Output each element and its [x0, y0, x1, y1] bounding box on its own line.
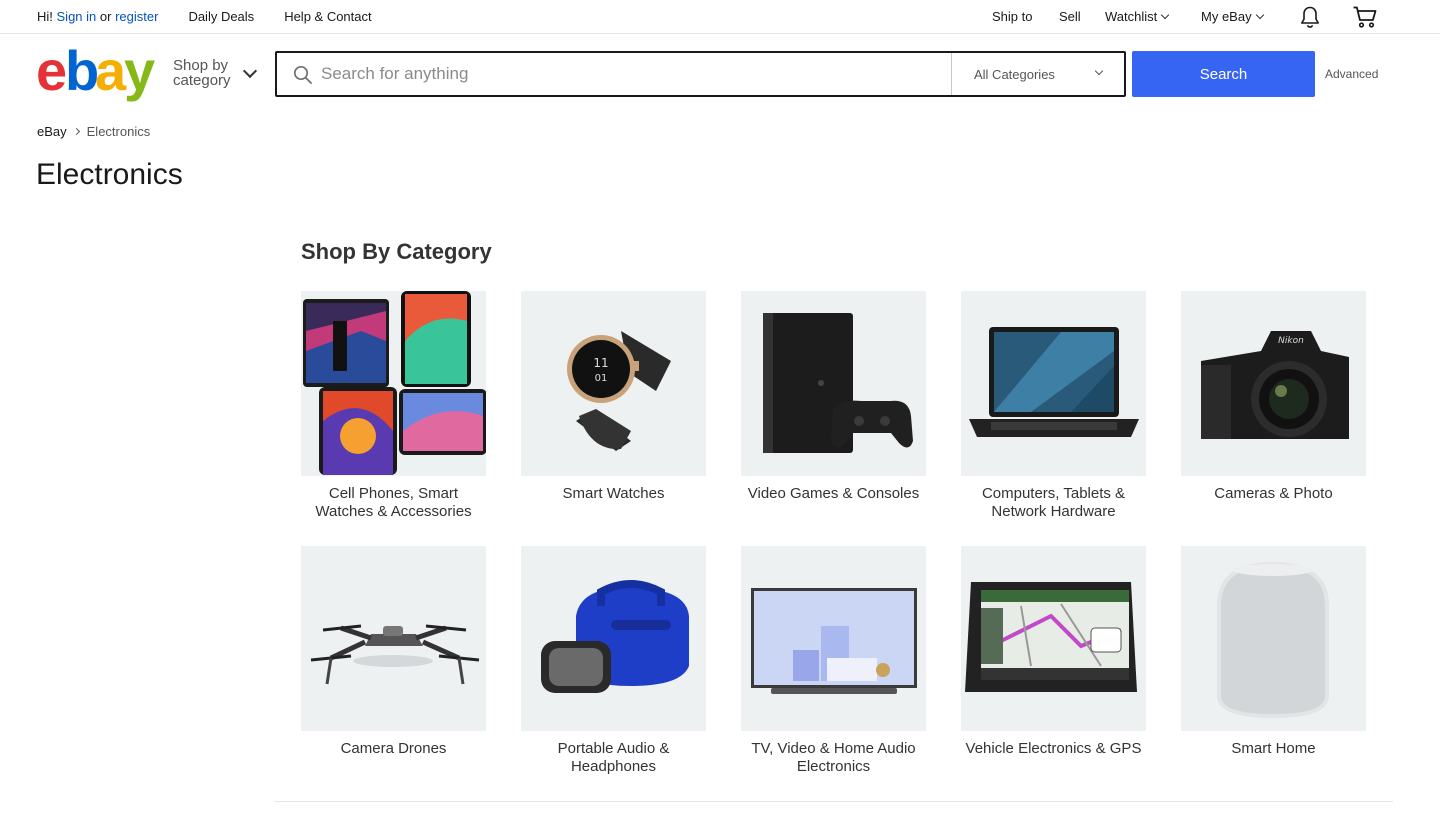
category-label: Computers, Tablets & Network Hardware [981, 485, 1126, 520]
category-label: Smart Home [1231, 740, 1316, 757]
category-label: Portable Audio & Headphones [557, 740, 670, 775]
chevron-down-icon [1094, 66, 1104, 76]
sign-in-link[interactable]: Sign in [57, 9, 97, 24]
sell-link[interactable]: Sell [1059, 9, 1081, 24]
svg-text:e: e [36, 44, 66, 102]
phones-image [301, 291, 486, 476]
smart-speaker-image [1181, 546, 1366, 731]
ship-to-button[interactable]: Ship to [992, 9, 1032, 24]
watchlist-label: Watchlist [1105, 9, 1158, 24]
category-tile-smart-watches[interactable]: 11 01 Smart Watches [521, 291, 706, 503]
category-select-value: All Categories [974, 67, 1055, 82]
category-tile-camera-drones[interactable]: Camera Drones [301, 546, 486, 758]
category-tile-smart-home[interactable]: Smart Home [1181, 546, 1366, 758]
register-link[interactable]: register [115, 9, 158, 24]
svg-text:01: 01 [595, 373, 608, 384]
speaker-image [521, 546, 706, 731]
category-tile-cell-phones[interactable]: Cell Phones, Smart Watches & Accessories [301, 291, 486, 521]
category-label: category [173, 72, 231, 89]
chevron-down-icon [1255, 10, 1264, 20]
advanced-search-link[interactable]: Advanced [1325, 67, 1378, 81]
category-tile-video-games[interactable]: Video Games & Consoles [741, 291, 926, 503]
category-tile-vehicle-electronics[interactable]: Vehicle Electronics & GPS [961, 546, 1146, 758]
chevron-down-icon [1161, 10, 1170, 20]
tv-image [741, 546, 926, 731]
svg-text:a: a [95, 44, 127, 102]
my-ebay-menu[interactable]: My eBay [1201, 9, 1264, 24]
laptop-image [961, 291, 1146, 476]
search-icon [293, 65, 313, 90]
shop-by-category-button[interactable]: Shop by category [173, 57, 258, 89]
watchlist-menu[interactable]: Watchlist [1105, 9, 1170, 24]
chevron-right-icon [72, 127, 80, 136]
or-text: or [99, 9, 112, 24]
greeting-text: Hi! [37, 9, 53, 24]
svg-text:Nikon: Nikon [1278, 336, 1304, 346]
console-image [741, 291, 926, 476]
top-utility-bar: Hi! Sign in or register Daily Deals Help… [0, 0, 1440, 34]
cart-icon[interactable] [1352, 5, 1378, 32]
gps-image [961, 546, 1146, 731]
breadcrumb-ebay-link[interactable]: eBay [37, 124, 67, 139]
svg-text:11: 11 [593, 356, 608, 370]
search-input[interactable] [321, 53, 941, 95]
daily-deals-link[interactable]: Daily Deals [188, 9, 254, 24]
chevron-down-icon [242, 63, 258, 79]
category-tile-tv-video[interactable]: TV, Video & Home Audio Electronics [741, 546, 926, 776]
section-title: Shop By Category [301, 239, 492, 264]
category-tile-cameras[interactable]: Nikon Cameras & Photo [1181, 291, 1366, 503]
category-label: Cameras & Photo [1214, 485, 1333, 502]
section-divider [275, 801, 1393, 802]
category-label: TV, Video & Home Audio Electronics [751, 740, 916, 775]
breadcrumb: eBay Electronics [37, 124, 150, 139]
shop-by-label: Shop by [173, 57, 229, 74]
search-bar: All Categories [275, 51, 1126, 97]
bell-icon[interactable] [1298, 5, 1322, 32]
ebay-logo[interactable]: e b a y [36, 39, 166, 102]
my-ebay-label: My eBay [1201, 9, 1252, 24]
category-select[interactable]: All Categories [951, 53, 1124, 95]
watch-image: 11 01 [521, 291, 706, 476]
drone-image [301, 546, 486, 731]
breadcrumb-current: Electronics [86, 124, 151, 139]
svg-text:y: y [124, 44, 155, 102]
svg-text:b: b [65, 44, 97, 102]
help-contact-link[interactable]: Help & Contact [284, 9, 371, 24]
category-label: Camera Drones [340, 740, 447, 757]
top-left-links: Hi! Sign in or register Daily Deals Help… [37, 9, 372, 24]
category-tile-computers[interactable]: Computers, Tablets & Network Hardware [961, 291, 1146, 521]
category-label: Video Games & Consoles [747, 485, 920, 502]
page-title: Electronics [36, 158, 183, 191]
category-label: Smart Watches [562, 485, 665, 502]
category-label: Cell Phones, Smart Watches & Accessories [315, 485, 472, 520]
category-label: Vehicle Electronics & GPS [965, 740, 1142, 757]
category-tile-portable-audio[interactable]: Portable Audio & Headphones [521, 546, 706, 776]
camera-image: Nikon [1181, 291, 1366, 476]
search-button[interactable]: Search [1132, 51, 1315, 97]
